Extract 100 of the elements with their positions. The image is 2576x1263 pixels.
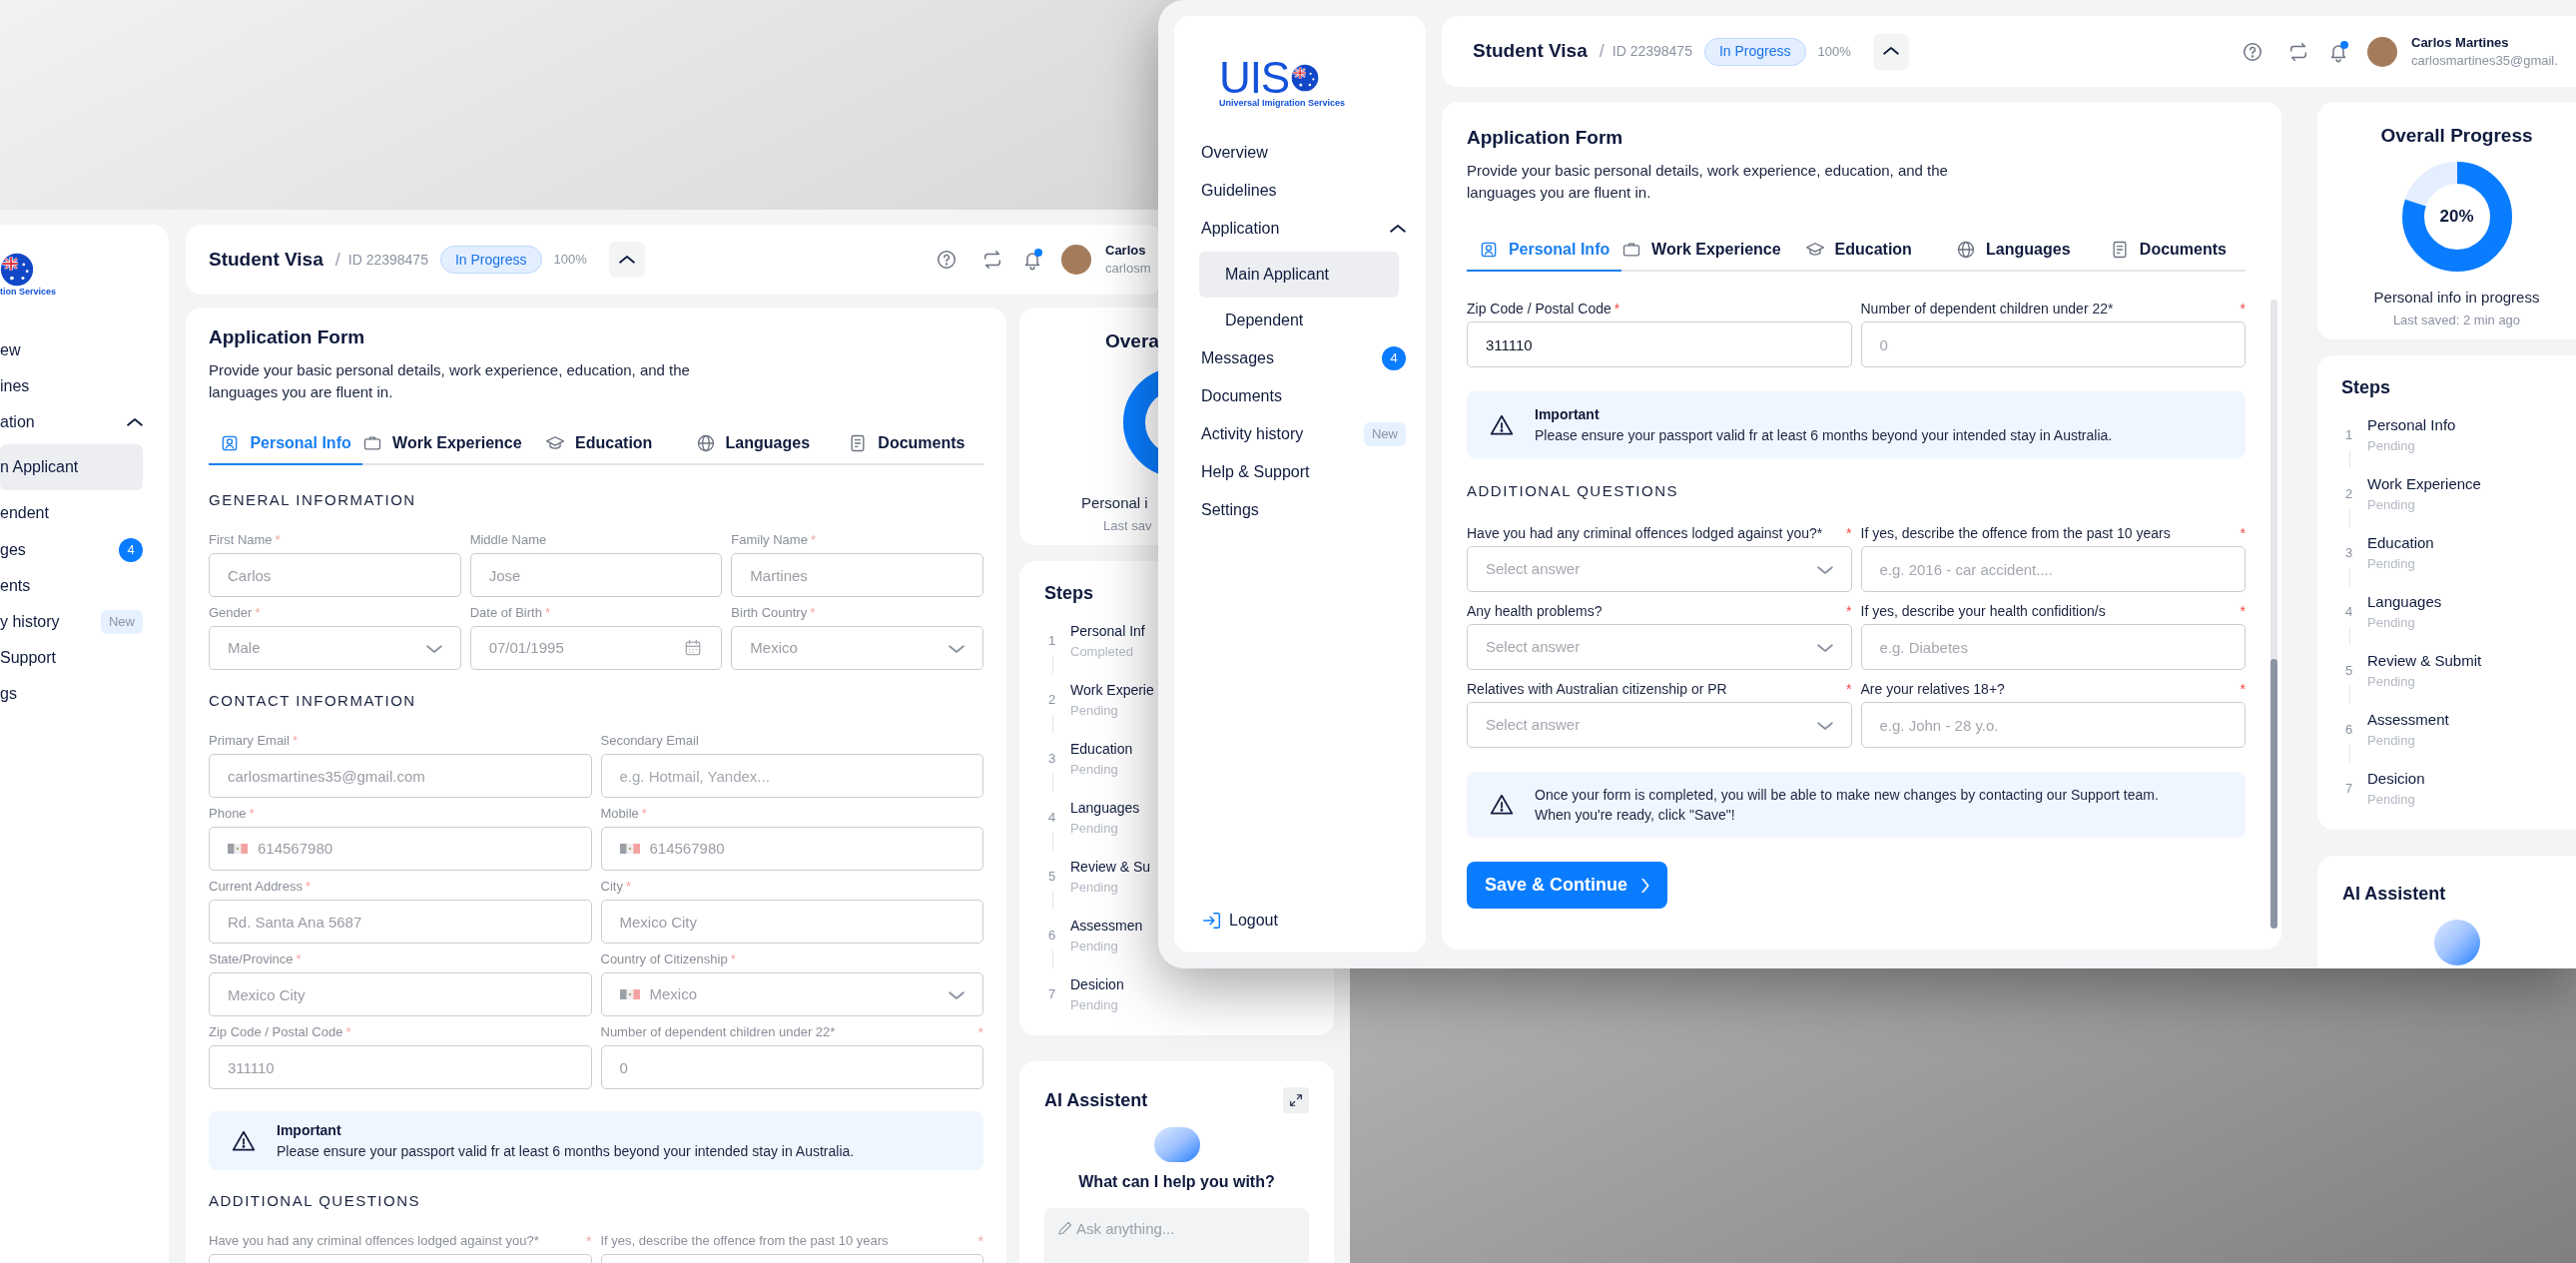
form-tab[interactable]: Education — [1780, 230, 1936, 272]
form-tab[interactable]: Languages — [1935, 230, 2091, 272]
form-tab[interactable]: Work Experience — [362, 423, 522, 465]
globe-icon — [695, 433, 716, 453]
required-asterisk: * — [586, 1232, 592, 1250]
form-tab[interactable]: Personal Info — [1467, 230, 1622, 272]
step-status: Pending — [2367, 436, 2415, 455]
chevron-icon — [1816, 720, 1833, 730]
sidebar-item[interactable]: ines — [0, 368, 169, 404]
page-title: Student Visa — [209, 247, 323, 272]
notice-text: Please ensure your passport valid fr at least 6 months beyond your intended stay in Australia. — [277, 1142, 855, 1161]
sidebar-item[interactable]: ges 4 — [0, 532, 169, 568]
input-field[interactable]: e.g. Diabetes — [1860, 624, 2246, 670]
avatar — [2367, 36, 2397, 67]
form-tab[interactable]: Documents — [2090, 230, 2246, 272]
assistant-orb — [2433, 920, 2480, 965]
field-label: If yes, describe the offence from the past 10 years — [600, 1232, 889, 1250]
field-label: City * — [600, 878, 631, 896]
step-name: Assessment — [2367, 709, 2449, 730]
form-tab[interactable]: Work Experience — [1621, 230, 1781, 272]
notice-title: Important — [1535, 405, 1600, 424]
field-label: Number of dependent children under 22* — [600, 1023, 836, 1041]
scrollbar-thumb[interactable] — [2270, 659, 2277, 929]
step-name: Personal Inf — [1070, 621, 1145, 641]
sidebar-item[interactable]: ew — [0, 332, 169, 368]
required-asterisk: * — [977, 1023, 983, 1041]
new-tag: New — [1364, 422, 1406, 446]
step-name: Work Experience — [2367, 473, 2481, 494]
sidebar-item[interactable]: y history New — [0, 604, 169, 640]
sidebar-item[interactable]: Messages 4 — [1174, 339, 1426, 377]
step-status: Pending — [2367, 613, 2415, 632]
logout-link[interactable]: Logout — [1201, 909, 1278, 933]
sidebar-item[interactable]: Help & Support — [1174, 453, 1426, 491]
expand-button[interactable] — [1283, 1087, 1309, 1113]
required-asterisk: * — [2240, 300, 2246, 317]
input-field[interactable]: 311110 — [1467, 321, 1852, 367]
chevron-icon — [1816, 642, 1833, 652]
step-status: Completed — [1070, 642, 1133, 661]
required-asterisk: * — [977, 1232, 983, 1250]
notice-title: Important — [277, 1121, 341, 1140]
step-name: Personal Info — [2367, 414, 2456, 435]
sidebar-item[interactable]: Activity history New — [1174, 415, 1426, 453]
logo-subtitle: Universal Imigration Services — [1219, 98, 1346, 109]
chevron-icon — [425, 643, 442, 653]
sidebar-item[interactable]: Documents — [1174, 377, 1426, 415]
sidebar-item[interactable]: ation — [0, 404, 169, 440]
form-description: Provide your basic personal details, work experience, education, and the languages you are fluent in. — [209, 360, 691, 402]
form-tab[interactable]: Education — [521, 423, 676, 465]
sidebar-item[interactable]: ents — [0, 568, 169, 604]
sidebar-subitem[interactable]: Main Applicant — [1199, 252, 1399, 298]
step-number: 7 — [2345, 779, 2353, 798]
required-asterisk: * — [1846, 524, 1852, 542]
flag-icon — [619, 987, 640, 1001]
sidebar-item[interactable]: Settings — [1174, 491, 1426, 529]
step-name: Review & Submit — [2367, 650, 2482, 671]
step-number: 2 — [1048, 690, 1056, 709]
progress-caption: Personal info in progress — [2373, 288, 2540, 308]
sidebar-item[interactable]: Overview — [1174, 134, 1426, 172]
input-field[interactable]: e.g. John - 28 y.o. — [1860, 702, 2246, 748]
step-status: Pending — [1070, 937, 1118, 955]
save-continue-button[interactable]: Save & Continue — [1467, 862, 1668, 909]
step-name: Desicion — [2367, 768, 2425, 789]
sync-icon — [2287, 40, 2309, 63]
sidebar-item[interactable]: Support — [0, 640, 169, 676]
sidebar-subitem[interactable]: n Applicant — [0, 444, 143, 490]
step-name: Education — [1070, 739, 1133, 759]
form-tab[interactable]: Documents — [829, 423, 983, 465]
sidebar-item[interactable]: Application — [1174, 210, 1426, 248]
new-tag: New — [101, 610, 143, 634]
field-label: Gender * — [209, 604, 261, 622]
step-number: 7 — [1048, 984, 1056, 1003]
sidebar-item[interactable]: Guidelines — [1174, 172, 1426, 210]
chevron-icon — [1641, 878, 1650, 893]
step-number: 1 — [2345, 425, 2353, 444]
required-asterisk: * — [2240, 524, 2246, 542]
step-number: 3 — [2345, 543, 2353, 562]
progress-caption: Personal i — [1081, 493, 1148, 513]
step-number: 1 — [1048, 631, 1056, 650]
step-name: Review & Su — [1070, 857, 1151, 877]
sidebar-item[interactable]: gs — [0, 676, 169, 712]
sidebar-subitem[interactable]: endent — [0, 494, 143, 532]
collapse-button[interactable] — [608, 242, 645, 278]
chevron-icon — [949, 643, 965, 653]
progress-title: Overall Progress — [2380, 124, 2533, 148]
input-field[interactable]: e.g. Hotmail, Yandex... — [600, 754, 983, 798]
expand-icon — [1288, 1092, 1304, 1108]
field-label: Zip Code / Postal Code * — [1467, 300, 1620, 317]
sidebar-subitem[interactable]: Dependent — [1199, 302, 1399, 339]
logo-subtitle: tion Services — [0, 287, 57, 298]
notice-text: Once your form is completed, you will be able to make new changes by contacting our Support team. — [1535, 786, 2159, 805]
input-field[interactable]: 0 — [1860, 321, 2246, 367]
assistant-title: AI Assistent — [2342, 883, 2446, 906]
required-asterisk: * — [2240, 680, 2246, 698]
logout-icon — [1201, 910, 1223, 932]
input-field[interactable]: e.g. 2016 - car accident.... — [1860, 546, 2246, 592]
form-tab[interactable]: Personal Info — [209, 423, 363, 465]
collapse-button[interactable] — [1872, 33, 1909, 70]
required-asterisk: * — [1846, 680, 1852, 698]
application-id: ID 22398475 — [347, 250, 428, 270]
form-tab[interactable]: Languages — [675, 423, 830, 465]
